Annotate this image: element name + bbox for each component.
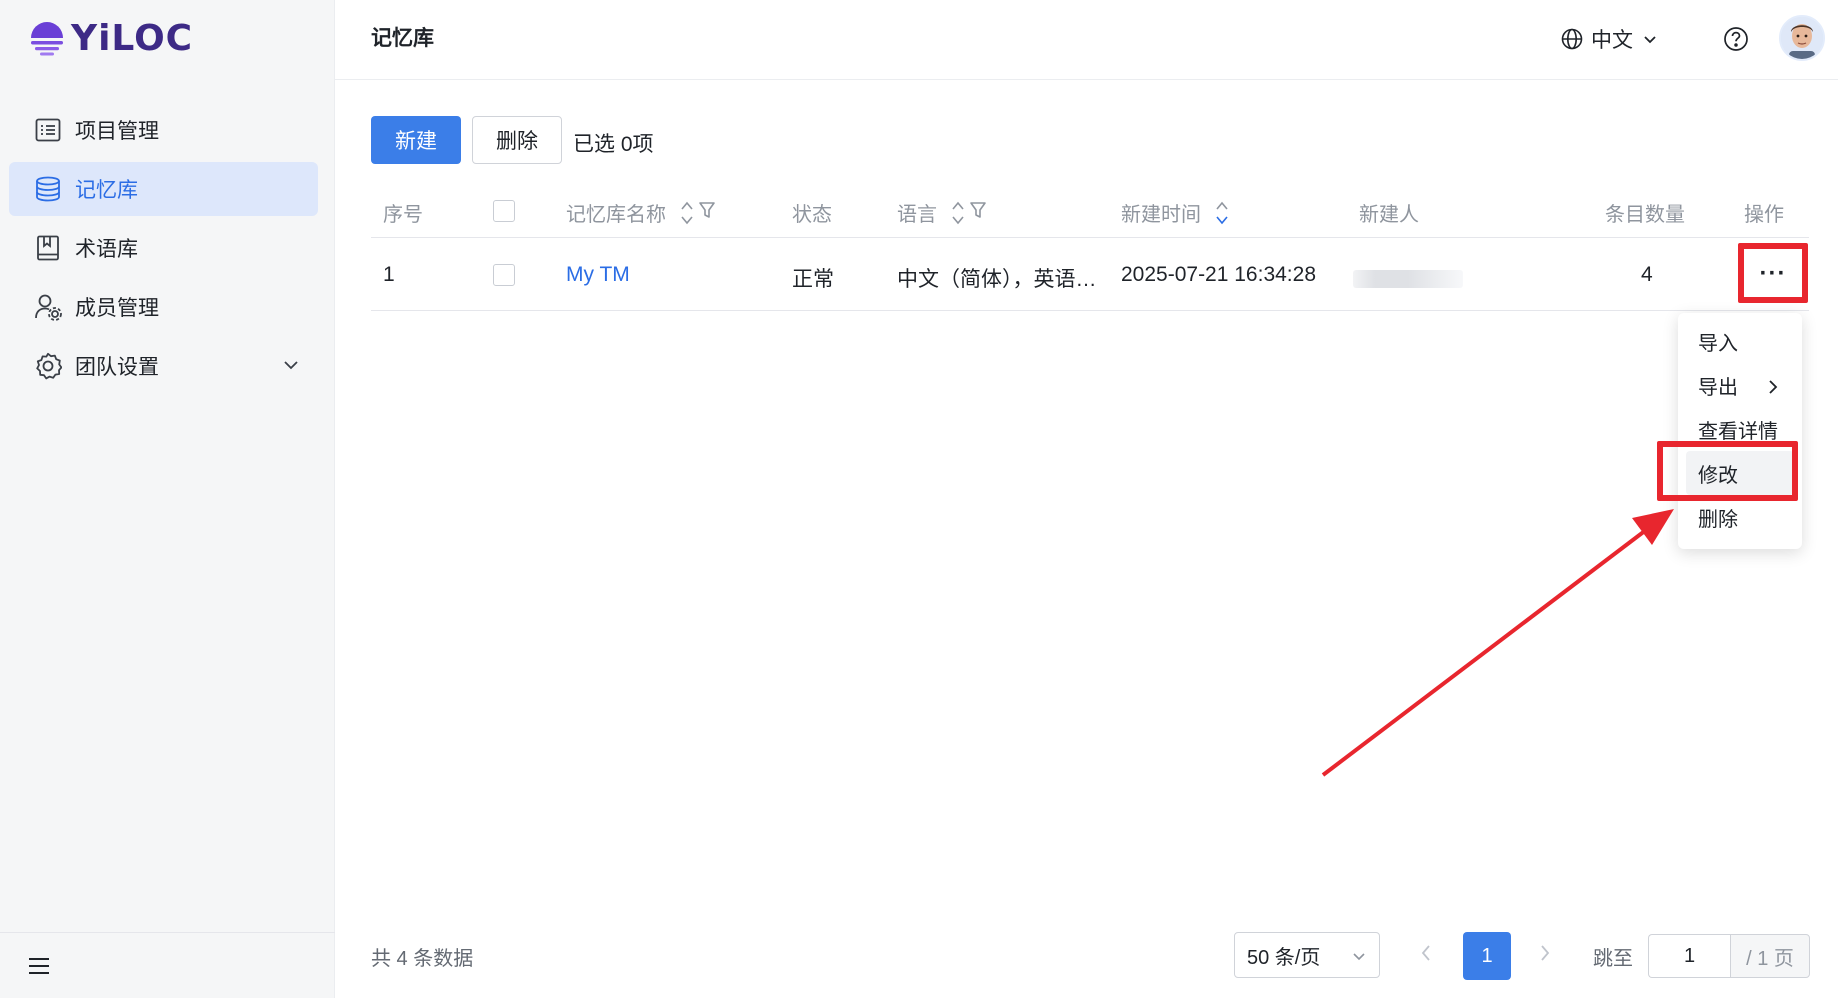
page-title: 记忆库 [371, 27, 434, 50]
sidebar-item-members[interactable]: 成员管理 [9, 280, 318, 334]
column-header-count: 条目数量 [1605, 204, 1685, 226]
delete-button[interactable]: 删除 [472, 116, 562, 164]
creator-redacted [1353, 270, 1463, 288]
chevron-down-icon [1644, 36, 1656, 44]
user-avatar[interactable] [1779, 15, 1825, 61]
database-icon [33, 174, 63, 204]
column-header-name: 记忆库名称 [566, 198, 716, 227]
page-total: / 1 页 [1730, 934, 1810, 978]
sidebar-item-label: 记忆库 [75, 179, 138, 202]
column-header-language: 语言 [897, 198, 987, 227]
column-header-index: 序号 [383, 204, 423, 226]
new-button[interactable]: 新建 [371, 116, 461, 164]
row-count: 4 [1641, 263, 1653, 286]
menu-item-label: 导出 [1698, 376, 1738, 399]
memory-name-link[interactable]: My TM [566, 263, 630, 287]
filter-icon[interactable] [969, 201, 987, 225]
sidebar-footer [0, 932, 335, 998]
menu-item-import[interactable]: 导入 [1678, 319, 1802, 363]
sidebar-item-label: 项目管理 [75, 120, 159, 143]
page-1-button[interactable]: 1 [1463, 932, 1511, 980]
avatar-image [1781, 17, 1823, 59]
sort-icon[interactable] [1215, 199, 1229, 227]
chevron-down-icon [1351, 948, 1367, 971]
sidebar-item-label: 成员管理 [75, 297, 159, 320]
table-header: 序号 记忆库名称 状态 语言 新建时间 新建人 条目数量 操作 [371, 186, 1809, 238]
column-header-creator: 新建人 [1359, 204, 1419, 226]
sidebar-item-termbase[interactable]: 术语库 [9, 221, 318, 275]
column-header-label: 记忆库名称 [566, 204, 666, 226]
gear-icon [33, 351, 63, 381]
column-header-label: 新建时间 [1121, 204, 1201, 226]
app-logo[interactable]: YiLOC [29, 18, 193, 59]
prev-page-icon[interactable] [1418, 942, 1434, 969]
menu-item-edit[interactable]: 修改 [1686, 451, 1794, 495]
menu-item-export[interactable]: 导出 [1678, 363, 1802, 407]
menu-item-view-details[interactable]: 查看详情 [1678, 407, 1802, 451]
globe-icon [1561, 28, 1583, 50]
brand-name: YiLOC [71, 18, 194, 59]
top-header: 记忆库 中文 [335, 0, 1838, 80]
member-settings-icon [33, 292, 63, 322]
jump-label: 跳至 [1593, 948, 1633, 970]
row-index: 1 [383, 263, 395, 286]
logo-icon [31, 21, 63, 55]
more-actions-button[interactable]: ··· [1744, 248, 1802, 300]
column-header-actions: 操作 [1744, 204, 1784, 226]
sidebar-item-memory[interactable]: 记忆库 [9, 162, 318, 216]
sidebar-item-label: 术语库 [75, 238, 138, 261]
chevron-down-icon [282, 356, 300, 380]
selection-count: 已选 0项 [573, 133, 654, 156]
table-row: 1 My TM 正常 中文（简体），英语… 2025-07-21 16:34:2… [371, 239, 1809, 311]
menu-item-delete[interactable]: 删除 [1678, 495, 1802, 539]
column-header-status: 状态 [792, 204, 832, 226]
jump-page-input[interactable] [1648, 934, 1730, 978]
action-menu: 导入 导出 查看详情 修改 删除 [1678, 313, 1802, 549]
sidebar-nav: 项目管理 记忆库 术语库 成员管理 团队设置 [9, 103, 318, 398]
menu-collapse-icon[interactable] [28, 956, 50, 981]
sort-icon[interactable] [680, 199, 694, 227]
select-all-checkbox[interactable] [493, 200, 515, 222]
help-icon[interactable] [1723, 26, 1749, 57]
sidebar: YiLOC 项目管理 记忆库 术语库 成员管理 团队设置 [0, 0, 335, 998]
project-list-icon [33, 115, 63, 145]
row-language: 中文（简体），英语… [897, 268, 1097, 291]
page-size-select[interactable]: 50 条/页 [1234, 932, 1380, 978]
filter-icon[interactable] [698, 201, 716, 225]
language-selector[interactable]: 中文 [1561, 24, 1659, 54]
next-page-icon[interactable] [1537, 942, 1553, 969]
total-count: 共 4 条数据 [371, 948, 474, 970]
row-created-time: 2025-07-21 16:34:28 [1121, 263, 1316, 286]
sidebar-item-team-settings[interactable]: 团队设置 [9, 339, 318, 393]
sort-icon[interactable] [951, 199, 965, 227]
row-checkbox[interactable] [493, 264, 515, 286]
chevron-right-icon [1766, 378, 1780, 401]
sidebar-item-projects[interactable]: 项目管理 [9, 103, 318, 157]
row-status: 正常 [792, 268, 834, 291]
column-header-label: 语言 [897, 204, 937, 226]
language-label: 中文 [1591, 29, 1633, 52]
book-icon [33, 233, 63, 263]
column-header-created-time: 新建时间 [1121, 198, 1229, 227]
sidebar-item-label: 团队设置 [75, 356, 159, 379]
page-size-value: 50 条/页 [1247, 946, 1321, 969]
